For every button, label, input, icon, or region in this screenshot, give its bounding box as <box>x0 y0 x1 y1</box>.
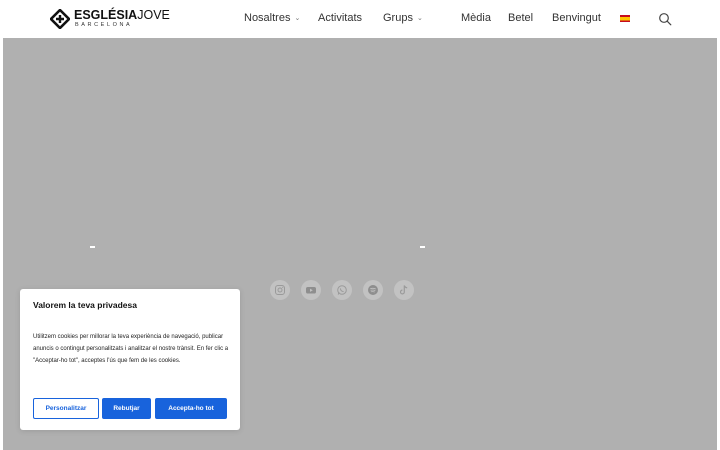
nav-item-nosaltres[interactable]: Nosaltres ⌄ <box>244 12 300 24</box>
language-flag-es-icon[interactable] <box>620 15 630 22</box>
chevron-down-icon: ⌄ <box>416 15 423 22</box>
accept-all-cookies-button[interactable]: Accepta-ho tot <box>155 398 227 419</box>
search-icon[interactable] <box>658 12 672 26</box>
logo-diamond-icon <box>50 9 70 29</box>
tiktok-icon[interactable] <box>394 280 414 300</box>
cookie-title: Valorem la teva privadesa <box>33 300 137 310</box>
nav-item-benvingut[interactable]: Benvingut <box>552 12 601 24</box>
whatsapp-icon[interactable] <box>332 280 352 300</box>
site-header: ESGLÉSIAJOVE BARCELONA Nosaltres ⌄ Activi… <box>0 0 720 38</box>
youtube-icon[interactable] <box>301 280 321 300</box>
site-logo[interactable]: ESGLÉSIAJOVE BARCELONA <box>50 9 170 31</box>
nav-item-betel[interactable]: Betel <box>508 12 533 24</box>
logo-subtitle: BARCELONA <box>75 21 133 28</box>
nav-item-grups[interactable]: Grups ⌄ <box>383 12 423 24</box>
spotify-icon[interactable] <box>363 280 383 300</box>
social-links <box>270 280 414 300</box>
cookie-consent-banner: Valorem la teva privadesa Utilitzem cook… <box>20 289 240 430</box>
hero-mark-right <box>420 246 425 248</box>
logo-wordmark: ESGLÉSIAJOVE <box>74 8 170 22</box>
hero-mark-left <box>90 246 95 248</box>
instagram-icon[interactable] <box>270 280 290 300</box>
chevron-down-icon: ⌄ <box>294 15 301 22</box>
customize-cookies-button[interactable]: Personalitzar <box>33 398 99 419</box>
nav-item-media[interactable]: Mèdia <box>461 12 491 24</box>
nav-item-activitats[interactable]: Activitats <box>318 12 362 24</box>
cookie-description: Utilitzem cookies per millorar la teva e… <box>33 334 229 364</box>
reject-cookies-button[interactable]: Rebutjar <box>102 398 151 419</box>
